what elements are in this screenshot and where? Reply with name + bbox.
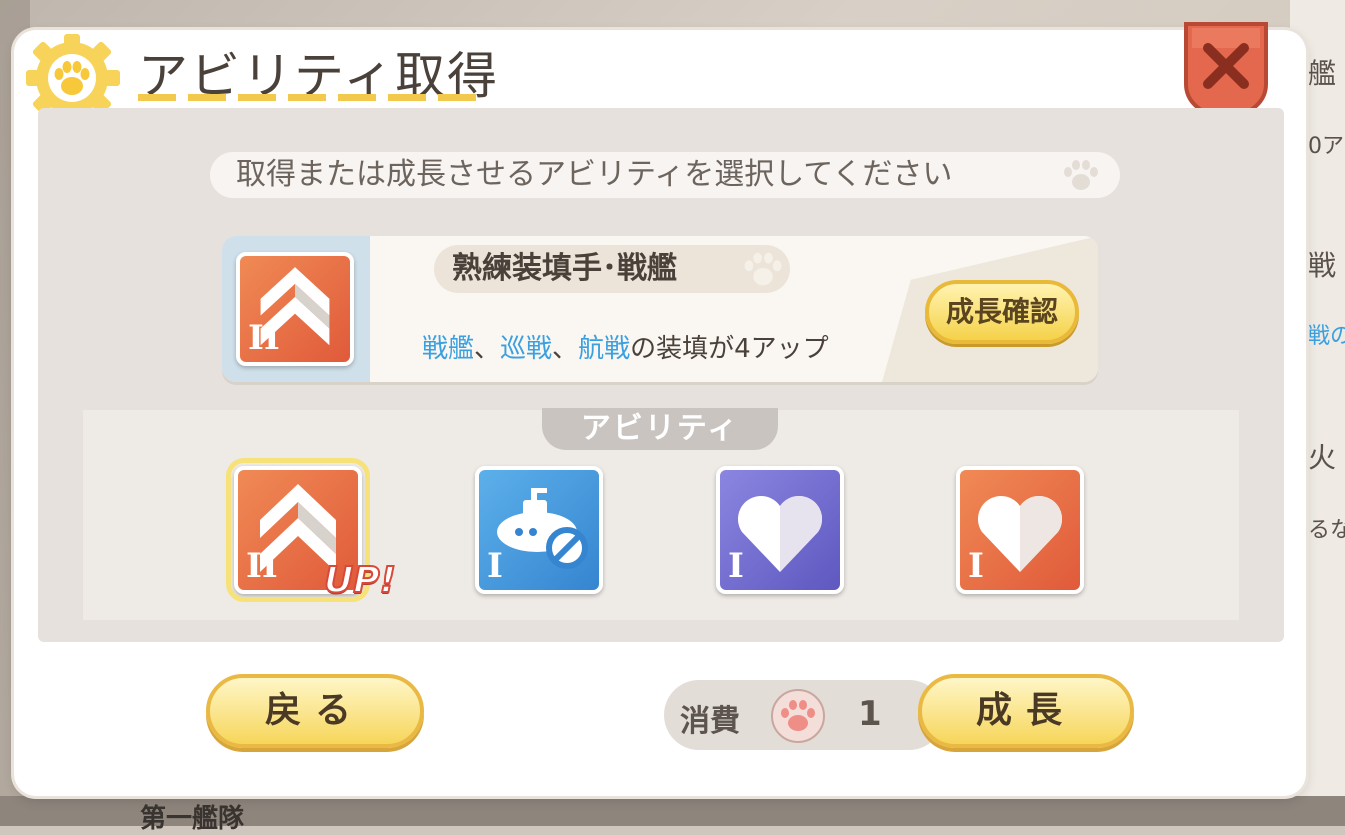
ability-level: II [246, 546, 278, 586]
background-text: 火 [1308, 441, 1337, 474]
paw-print-icon [1064, 160, 1098, 190]
paw-gear-icon [26, 34, 120, 118]
background-text: 0ア [1308, 134, 1344, 159]
instruction-text: 取得または成長させるアビリティを選択してください [236, 157, 953, 192]
background-text: るな [1308, 518, 1345, 543]
title-underline [138, 94, 478, 101]
ability-level: I [487, 546, 503, 586]
ship-type-battlecruiser: 巡戦 [500, 334, 553, 364]
cost-value: 1 [858, 694, 882, 734]
selected-ability-icon: II [236, 252, 354, 366]
ship-type-battleship: 戦艦 [422, 334, 475, 364]
ability-slot-2[interactable]: I [475, 466, 603, 594]
separator: 、 [552, 334, 579, 364]
ability-level: I [968, 546, 984, 586]
growth-confirm-button[interactable]: 成長確認 [925, 280, 1079, 344]
ship-type-aviation-battleship: 航戦 [578, 334, 631, 364]
ability-slot-4[interactable]: I [956, 466, 1084, 594]
grow-button[interactable]: 成長 [918, 674, 1134, 748]
up-badge: UP! [323, 559, 397, 602]
ability-description: 戦艦、巡戦、航戦の装填が4アップ [422, 328, 829, 365]
paw-token-icon [771, 689, 825, 743]
instruction-banner: 取得または成長させるアビリティを選択してください [210, 152, 1120, 198]
back-button[interactable]: 戻る [206, 674, 424, 748]
ability-slot-3[interactable]: I [716, 466, 844, 594]
separator: 、 [474, 334, 501, 364]
ability-level: I [728, 546, 744, 586]
abilities-label: アビリティ [542, 408, 778, 450]
ability-level: II [248, 318, 280, 358]
background-text: 戦の [1308, 324, 1345, 349]
effect-text: の装填が4アップ [630, 334, 829, 364]
ability-name: 熟練装填手･戦艦 [434, 245, 790, 293]
background-text: 戦 [1308, 249, 1337, 282]
fleet-label: 第一艦隊 [140, 804, 245, 834]
paw-print-icon [744, 252, 782, 286]
cost-label: 消費 [680, 704, 740, 739]
background-text: 艦 [1308, 57, 1337, 90]
